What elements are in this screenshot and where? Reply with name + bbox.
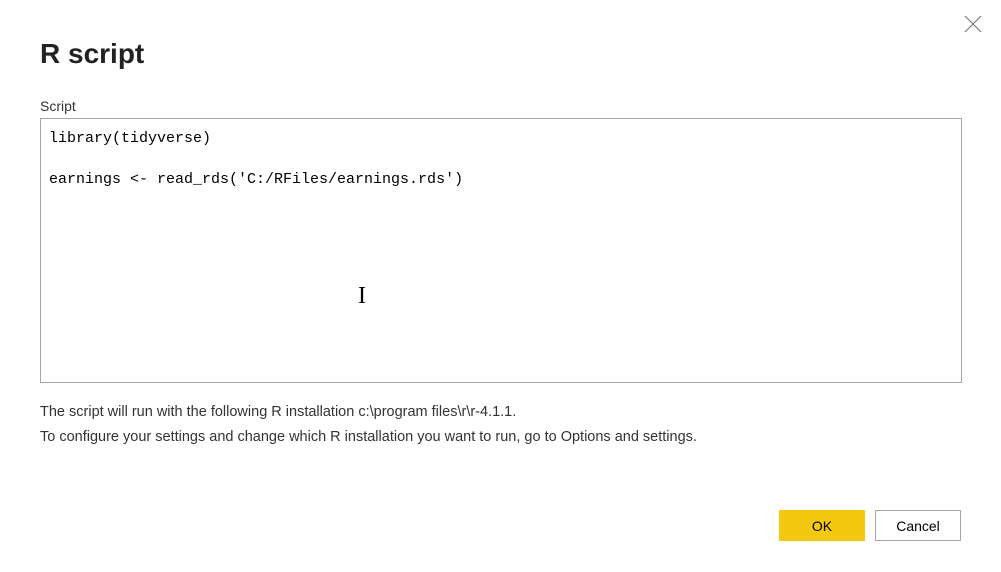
script-input[interactable]: [40, 118, 962, 383]
button-row: OK Cancel: [779, 510, 961, 541]
cancel-button[interactable]: Cancel: [875, 510, 961, 541]
script-label: Script: [40, 98, 961, 114]
close-button[interactable]: [959, 10, 987, 38]
help-line-2: To configure your settings and change wh…: [40, 425, 961, 450]
help-text: The script will run with the following R…: [40, 400, 961, 451]
close-icon: [964, 15, 982, 33]
r-script-dialog: R script Script The script will run with…: [0, 0, 1001, 451]
help-line-1: The script will run with the following R…: [40, 400, 961, 425]
ok-button[interactable]: OK: [779, 510, 865, 541]
dialog-title: R script: [40, 38, 961, 70]
